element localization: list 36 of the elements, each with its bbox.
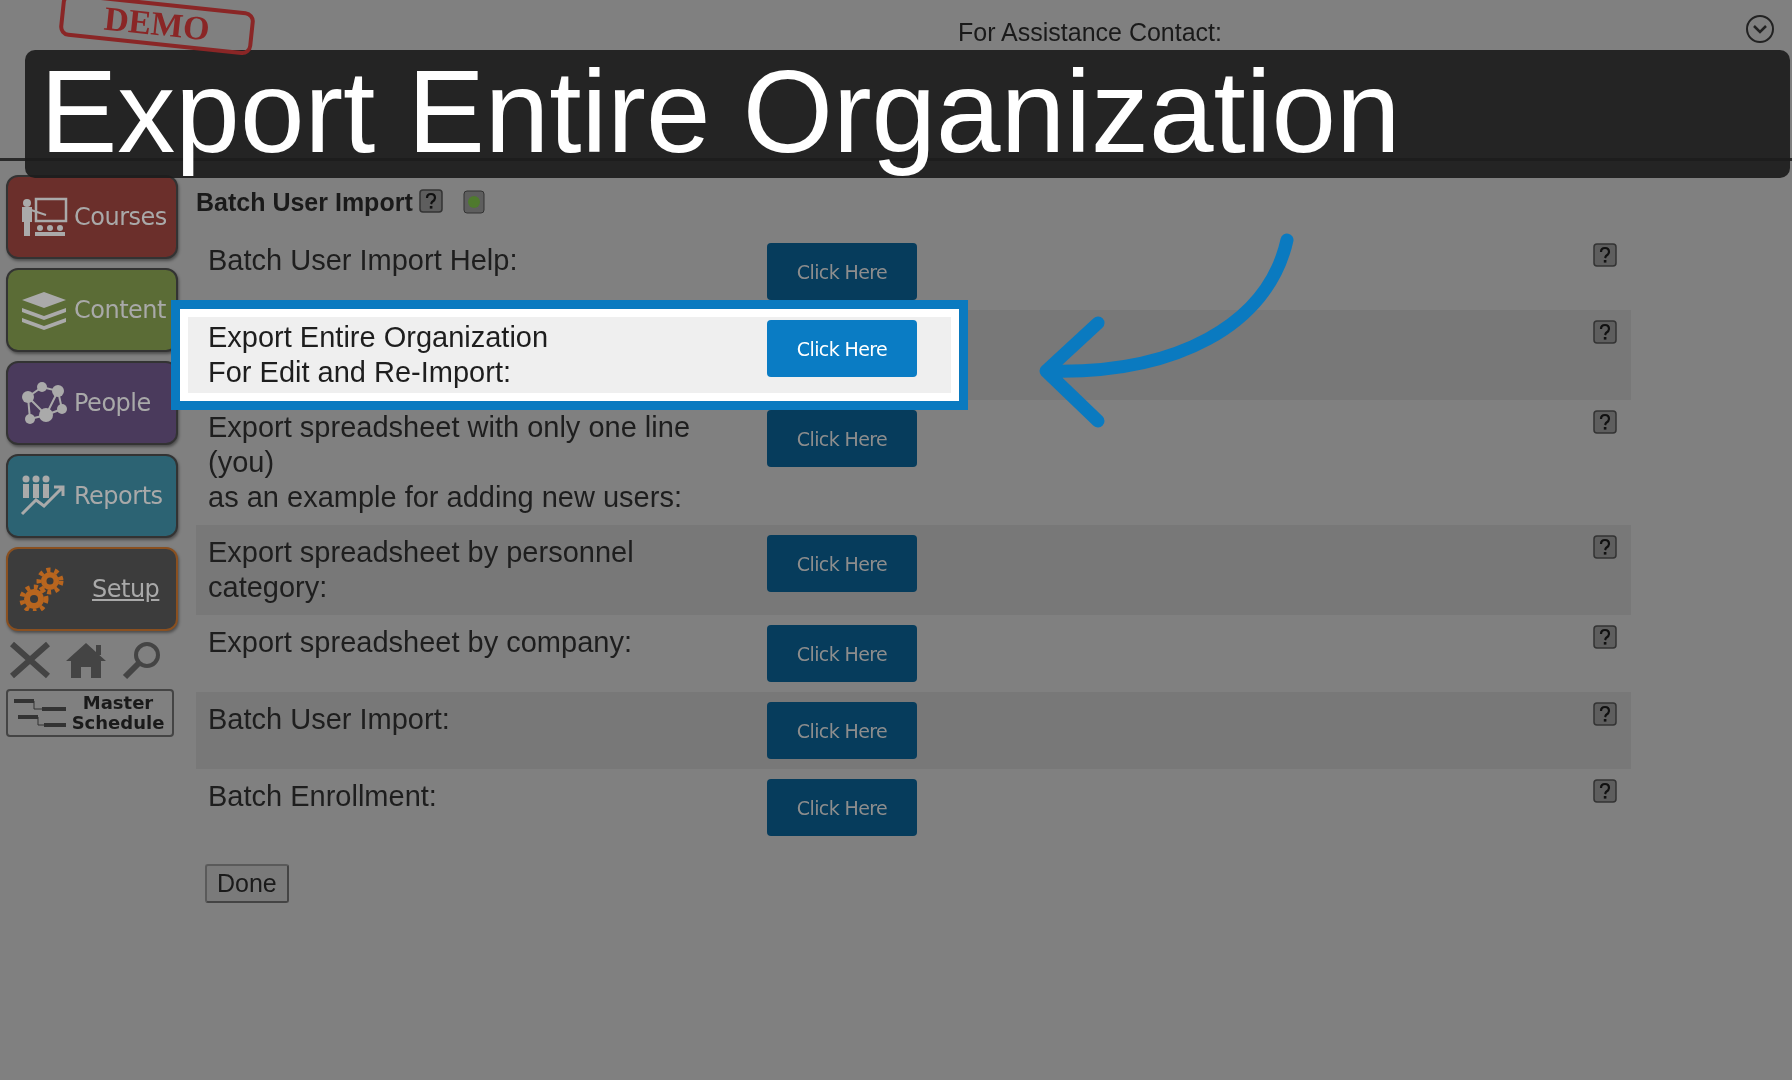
done-button[interactable]: Done	[205, 864, 289, 903]
page-title: Batch User Import	[196, 187, 413, 217]
nav-button[interactable]: Setup	[6, 547, 178, 631]
nav-button[interactable]: People	[6, 361, 178, 445]
chart-icon	[18, 474, 68, 518]
click-here-button[interactable]: Click Here	[767, 410, 917, 467]
row-label: Batch User Import Help:	[208, 243, 519, 278]
row-label: Batch User Import:	[208, 702, 451, 737]
help-icon[interactable]	[1593, 243, 1617, 269]
assistance-label: For Assistance Contact:	[958, 18, 1222, 47]
help-icon[interactable]	[418, 189, 443, 215]
click-here-button[interactable]: Click Here	[767, 702, 917, 759]
help-icon[interactable]	[1593, 779, 1617, 805]
click-here-button[interactable]: Click Here	[767, 779, 917, 836]
nav-button[interactable]: Content	[6, 268, 178, 352]
row-label: Export spreadsheet by personnel category:	[208, 535, 635, 605]
close-icon[interactable]	[8, 640, 52, 680]
click-here-button[interactable]: Click Here	[767, 243, 917, 300]
help-icon[interactable]	[1593, 702, 1617, 728]
help-icon[interactable]	[1593, 625, 1617, 651]
row-label: Batch Enrollment:	[208, 779, 438, 814]
nav-button[interactable]: Reports	[6, 454, 178, 538]
row-label: Export spreadsheet with only one line (you) as an example for adding new users:	[208, 410, 691, 515]
chevron-down-icon[interactable]	[1745, 14, 1775, 44]
row-label: Export spreadsheet by company:	[208, 625, 633, 660]
home-icon[interactable]	[64, 640, 108, 680]
status-icon[interactable]	[462, 190, 485, 214]
help-icon[interactable]	[1593, 535, 1617, 561]
help-icon[interactable]	[1593, 320, 1617, 346]
nav-button[interactable]: Courses	[6, 175, 178, 259]
row-label: Export Entire Organization For Edit and Re-Import:	[208, 320, 550, 390]
click-here-button[interactable]: Click Here	[767, 625, 917, 682]
click-here-button[interactable]: Click Here	[767, 535, 917, 592]
help-icon[interactable]	[1593, 410, 1617, 436]
master-schedule-button[interactable]: Master Schedule	[6, 689, 174, 737]
click-here-button[interactable]: Click Here	[767, 320, 917, 377]
